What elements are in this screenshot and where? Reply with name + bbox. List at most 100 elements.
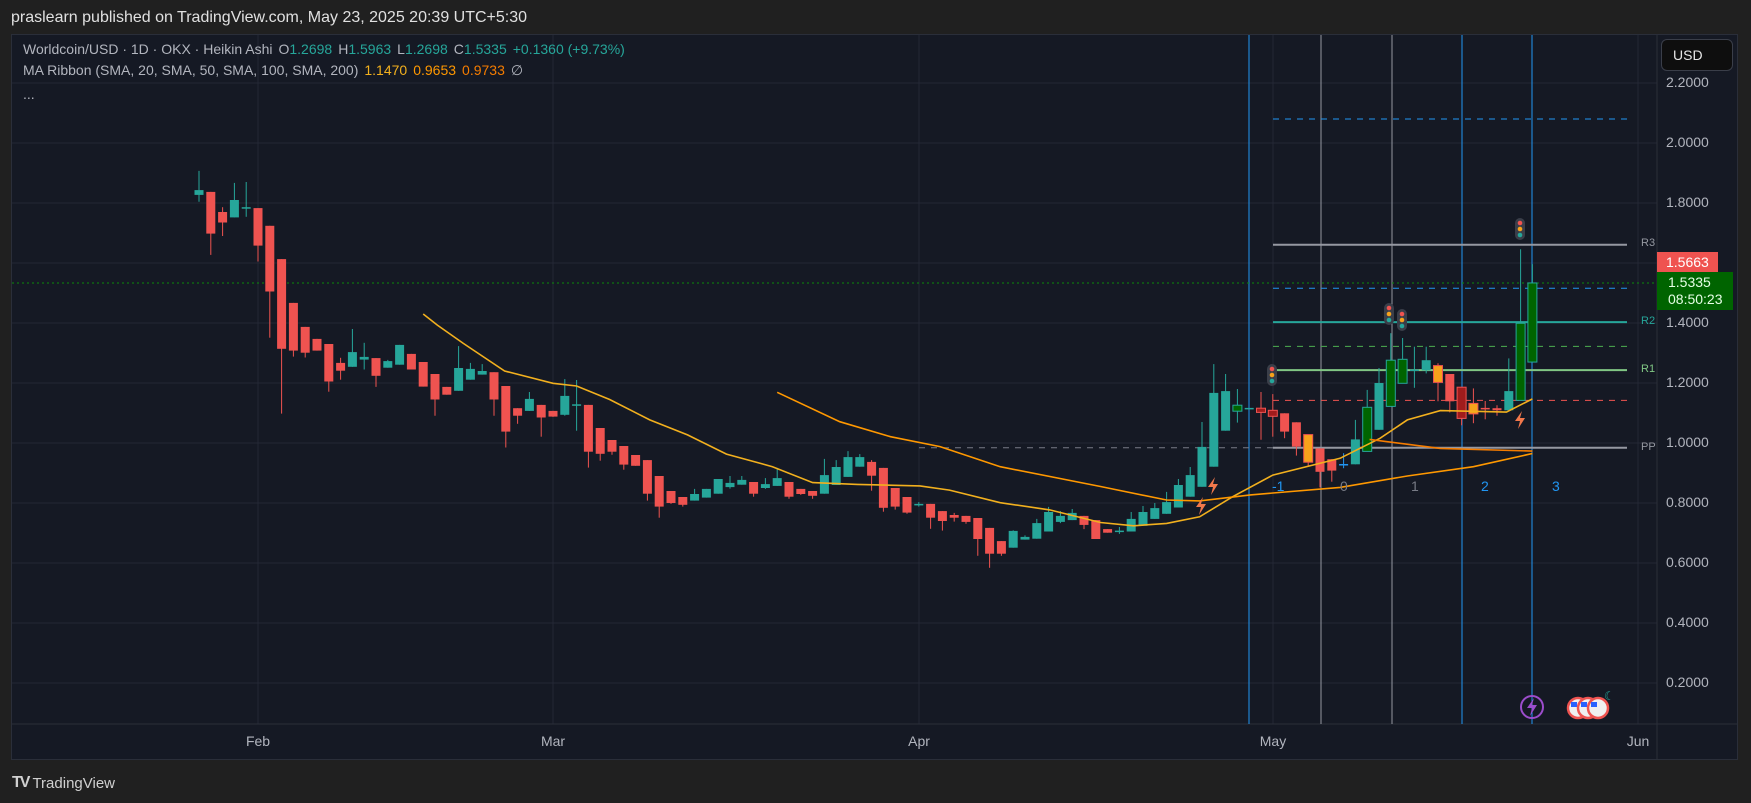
candle-body [725, 482, 735, 488]
candle [1327, 459, 1337, 482]
candle [1468, 388, 1479, 424]
candle [229, 182, 239, 218]
change-value: +0.1360 (+9.73%) [512, 41, 625, 57]
candle [583, 404, 593, 468]
candle [1091, 520, 1101, 539]
tradingview-logo[interactable]: TV TradingView [12, 774, 115, 792]
candle-body [324, 344, 334, 382]
candle [1162, 491, 1172, 514]
cycle-count: -1 [1272, 478, 1285, 494]
ma-ribbon-legend[interactable]: MA Ribbon (SMA, 20, SMA, 50, SMA, 100, S… [23, 62, 529, 79]
candle [1433, 363, 1443, 402]
pivot-pp-label: PP [1641, 441, 1656, 453]
candle-body [1339, 464, 1349, 466]
candle [1385, 333, 1396, 407]
candle [949, 512, 959, 522]
candle [1103, 529, 1113, 533]
candle-body [524, 398, 534, 411]
candle-body [1267, 409, 1278, 417]
candle [241, 182, 251, 217]
price-tick-label: 1.2000 [1666, 374, 1709, 390]
candle [395, 344, 405, 365]
candle-body [631, 455, 641, 466]
candle-body [1256, 407, 1266, 413]
candle-body [395, 344, 405, 365]
candle-body [501, 386, 511, 432]
candle-body [1032, 523, 1042, 539]
candle-body [241, 207, 251, 209]
candle [996, 541, 1006, 556]
last-price: 1.5335 [1668, 274, 1711, 290]
candle-body [1468, 402, 1479, 415]
flag-canton [1571, 702, 1577, 707]
signal-dot [1517, 226, 1523, 232]
signal-dot [1399, 323, 1405, 329]
candle [300, 326, 310, 358]
candle [642, 460, 652, 501]
signal-dot [1386, 305, 1392, 311]
candle-body [961, 515, 971, 522]
candle-body [784, 482, 794, 497]
candle-body [1244, 407, 1254, 410]
signal-dot [1269, 366, 1275, 372]
candle-body [1197, 446, 1207, 487]
candle [1197, 422, 1207, 487]
tv-logo-icon: TV [12, 774, 31, 791]
candle [430, 374, 440, 416]
ma50-value: 0.9653 [413, 62, 457, 78]
candle-body [1385, 359, 1396, 407]
candle-body [796, 488, 806, 494]
candle [1445, 374, 1455, 413]
dividend-moon-icon: ☾ [1604, 689, 1615, 703]
candle [1138, 506, 1148, 526]
more-indicators-button[interactable]: ... [23, 86, 35, 102]
candle-body [737, 479, 747, 485]
open-value: 1.2698 [289, 41, 333, 57]
candle-body [654, 476, 664, 507]
price-chart[interactable]: ☾ [0, 0, 1751, 803]
candle [548, 410, 558, 417]
pivot-r3-label: R3 [1641, 237, 1656, 249]
candle-body [572, 404, 582, 406]
candle [1504, 358, 1514, 411]
candle [1256, 392, 1266, 440]
candle-body [985, 527, 995, 554]
candle [1421, 346, 1431, 374]
cycle-count: 3 [1552, 478, 1560, 494]
candle-body [937, 511, 947, 521]
candle-body [347, 352, 357, 367]
candle [454, 346, 464, 391]
candle [465, 362, 475, 380]
cycle-count: 2 [1481, 478, 1489, 494]
candle [1232, 389, 1243, 423]
signal-dot [1269, 378, 1275, 384]
candle [383, 359, 393, 368]
candle [595, 428, 605, 461]
candle [206, 191, 216, 255]
candle [784, 482, 794, 499]
candle-body [878, 467, 888, 508]
bar-countdown: 08:50:23 [1668, 291, 1723, 307]
currency-button[interactable]: USD [1661, 39, 1733, 71]
traffic-light-signal-icon [1267, 364, 1277, 386]
flag-canton [1591, 702, 1597, 707]
candle-body [642, 460, 652, 494]
candle [1291, 422, 1301, 456]
candle-body [772, 478, 782, 486]
candle-body [300, 326, 310, 353]
candle-body [383, 361, 393, 368]
candle-body [902, 497, 912, 513]
candle [701, 488, 711, 498]
candle-body [1138, 512, 1148, 526]
candle [1409, 346, 1419, 388]
candle-body [1515, 322, 1526, 401]
lightning-icon [1208, 477, 1218, 495]
candle [477, 364, 487, 375]
candle-body [1232, 404, 1243, 412]
candle [796, 488, 806, 495]
symbol-legend[interactable]: Worldcoin/USD · 1D · OKX · Heikin Ashi O1… [23, 41, 631, 57]
candle-body [690, 494, 700, 501]
candle-body [867, 461, 877, 476]
ma20-value: 1.1470 [364, 62, 408, 78]
candle-body [265, 225, 275, 292]
